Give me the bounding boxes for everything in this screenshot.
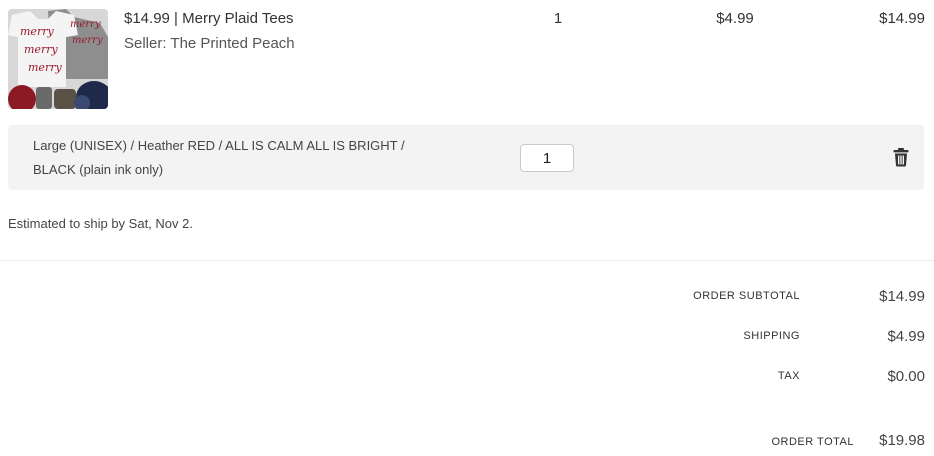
product-title[interactable]: $14.99 | Merry Plaid Tees: [124, 10, 294, 27]
shipping-value: $4.99: [887, 328, 925, 345]
trash-icon: [893, 148, 909, 167]
shipping-estimate: Estimated to ship by Sat, Nov 2.: [8, 216, 193, 231]
order-total-label: ORDER TOTAL: [771, 436, 854, 448]
variant-panel: [8, 125, 924, 190]
variant-description-line2: BLACK (plain ink only): [33, 162, 164, 177]
svg-text:merry: merry: [24, 43, 58, 56]
quantity-input[interactable]: [520, 144, 574, 172]
section-divider: [0, 260, 934, 261]
remove-item-button[interactable]: [890, 146, 912, 168]
subtotal-label: ORDER SUBTOTAL: [693, 290, 800, 302]
shipping-label: SHIPPING: [743, 330, 800, 342]
subtotal-value: $14.99: [879, 288, 925, 305]
svg-text:merry: merry: [20, 25, 54, 38]
product-thumbnail[interactable]: merry merry merry merry merry: [8, 9, 108, 109]
item-total-price: $14.99: [879, 10, 925, 27]
svg-text:merry: merry: [72, 35, 103, 46]
tax-label: TAX: [777, 370, 800, 382]
product-seller: Seller: The Printed Peach: [124, 35, 295, 52]
tax-value: $0.00: [887, 368, 925, 385]
product-image: merry merry merry merry merry: [8, 9, 108, 109]
variant-description-line1: Large (UNISEX) / Heather RED / ALL IS CA…: [33, 138, 405, 153]
order-total-value: $19.98: [879, 432, 925, 449]
svg-text:merry: merry: [28, 61, 62, 74]
svg-text:merry: merry: [70, 19, 101, 30]
item-shipping-price: $4.99: [716, 10, 754, 27]
item-quantity: 1: [553, 10, 563, 27]
